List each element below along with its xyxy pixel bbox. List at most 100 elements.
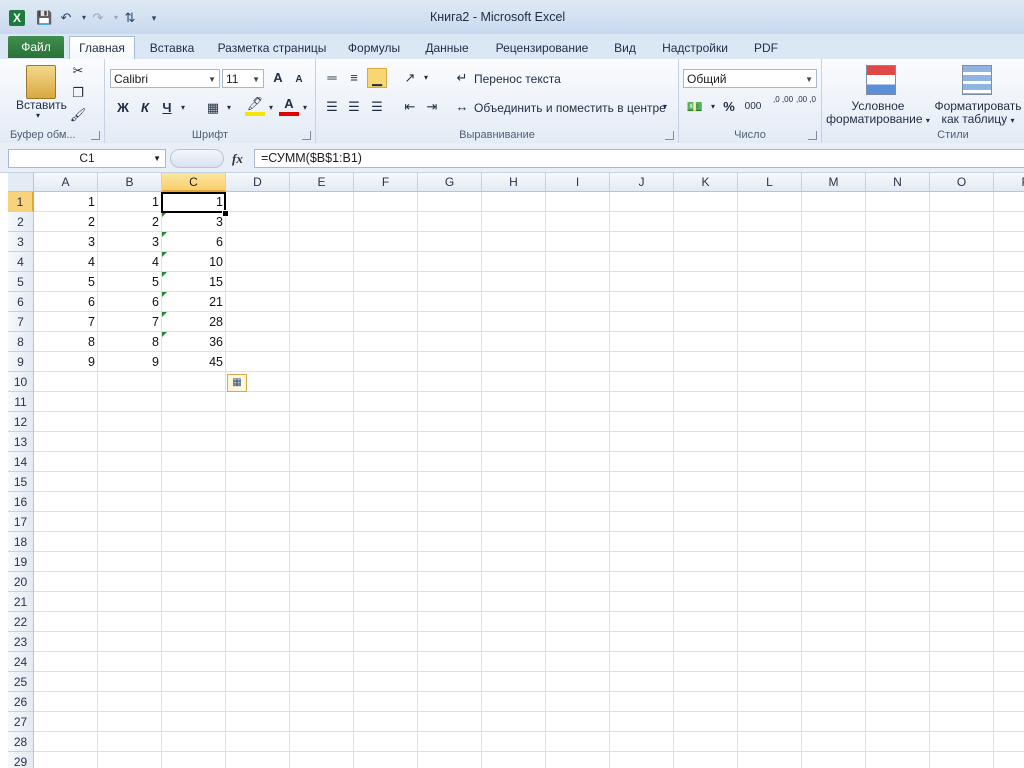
tab-data[interactable]: Данные xyxy=(418,38,476,58)
column-header-b[interactable]: B xyxy=(98,173,162,192)
thousands-button[interactable]: 000 xyxy=(741,97,765,117)
cell-b2[interactable]: 2 xyxy=(98,212,162,232)
format-as-table-line1[interactable]: Форматировать xyxy=(932,99,1024,113)
cell-b8[interactable]: 8 xyxy=(98,332,162,352)
currency-icon[interactable]: 💵 xyxy=(685,97,705,117)
cell-c5[interactable]: 15 xyxy=(162,272,226,292)
row-header-14[interactable]: 14 xyxy=(8,452,34,472)
row-header-3[interactable]: 3 xyxy=(8,232,34,252)
cell-a5[interactable]: 5 xyxy=(34,272,98,292)
row-header-8[interactable]: 8 xyxy=(8,332,34,352)
fill-color-dropdown-icon[interactable]: ▾ xyxy=(261,98,281,118)
align-center-icon[interactable]: ☰ xyxy=(344,97,364,117)
row-header-13[interactable]: 13 xyxy=(8,432,34,452)
cut-icon[interactable]: ✂ xyxy=(68,61,88,81)
alignment-launcher-icon[interactable] xyxy=(665,131,674,140)
tab-file[interactable]: Файл xyxy=(8,36,64,58)
tab-view[interactable]: Вид xyxy=(606,38,644,58)
error-indicator-icon[interactable] xyxy=(162,312,167,317)
cell-a1[interactable]: 1 xyxy=(34,192,98,212)
align-top-icon[interactable]: ═ xyxy=(322,68,342,88)
shrink-font-button[interactable]: A xyxy=(289,70,309,90)
error-indicator-icon[interactable] xyxy=(162,292,167,297)
row-header-29[interactable]: 29 xyxy=(8,752,34,768)
cell-c9[interactable]: 45 xyxy=(162,352,226,372)
cell-a4[interactable]: 4 xyxy=(34,252,98,272)
row-header-18[interactable]: 18 xyxy=(8,532,34,552)
conditional-dropdown-icon[interactable]: ▾ xyxy=(926,116,930,125)
cell-c3[interactable]: 6 xyxy=(162,232,226,252)
cell-a2[interactable]: 2 xyxy=(34,212,98,232)
row-header-28[interactable]: 28 xyxy=(8,732,34,752)
formula-bar-splitter[interactable] xyxy=(170,149,224,168)
cell-b9[interactable]: 9 xyxy=(98,352,162,372)
column-header-f[interactable]: F xyxy=(354,173,418,192)
tab-addins[interactable]: Надстройки xyxy=(654,38,736,58)
increase-decimal-button[interactable]: ,0 ,00 xyxy=(773,95,793,117)
error-indicator-icon[interactable] xyxy=(162,252,167,257)
column-header-a[interactable]: A xyxy=(34,173,98,192)
font-name-select[interactable]: Calibri ▼ xyxy=(110,69,220,88)
cell-b7[interactable]: 7 xyxy=(98,312,162,332)
column-header-o[interactable]: O xyxy=(930,173,994,192)
font-launcher-icon[interactable] xyxy=(302,131,311,140)
cell-c6[interactable]: 21 xyxy=(162,292,226,312)
tab-formulas[interactable]: Формулы xyxy=(342,38,406,58)
select-all-corner[interactable] xyxy=(8,173,34,192)
cell-b3[interactable]: 3 xyxy=(98,232,162,252)
align-middle-icon[interactable]: ≡ xyxy=(344,68,364,88)
merge-dropdown-icon[interactable]: ▾ xyxy=(663,102,667,111)
cell-c4[interactable]: 10 xyxy=(162,252,226,272)
font-size-select[interactable]: 11 ▼ xyxy=(222,69,264,88)
decrease-decimal-button[interactable]: ,00 ,0 xyxy=(795,95,817,117)
align-left-icon[interactable]: ☰ xyxy=(322,97,342,117)
cell-b6[interactable]: 6 xyxy=(98,292,162,312)
column-header-k[interactable]: K xyxy=(674,173,738,192)
align-right-icon[interactable]: ☰ xyxy=(367,97,387,117)
font-color-dropdown-icon[interactable]: ▾ xyxy=(295,98,315,118)
row-header-26[interactable]: 26 xyxy=(8,692,34,712)
row-header-10[interactable]: 10 xyxy=(8,372,34,392)
row-header-23[interactable]: 23 xyxy=(8,632,34,652)
row-header-5[interactable]: 5 xyxy=(8,272,34,292)
cell-a3[interactable]: 3 xyxy=(34,232,98,252)
column-header-p[interactable]: P xyxy=(994,173,1024,192)
row-header-20[interactable]: 20 xyxy=(8,572,34,592)
row-header-9[interactable]: 9 xyxy=(8,352,34,372)
cell-a8[interactable]: 8 xyxy=(34,332,98,352)
formula-input[interactable]: =СУММ($B$1:B1) xyxy=(254,149,1024,168)
cell-a9[interactable]: 9 xyxy=(34,352,98,372)
format-painter-icon[interactable]: 🖌 xyxy=(68,105,88,125)
column-header-g[interactable]: G xyxy=(418,173,482,192)
insert-function-icon[interactable]: fx xyxy=(232,151,243,167)
paste-dropdown-icon[interactable]: ▾ xyxy=(36,111,40,120)
row-header-12[interactable]: 12 xyxy=(8,412,34,432)
copy-icon[interactable]: ❐ xyxy=(68,83,88,103)
number-launcher-icon[interactable] xyxy=(808,131,817,140)
percent-button[interactable]: % xyxy=(719,97,739,117)
orientation-dropdown-icon[interactable]: ▾ xyxy=(416,68,436,88)
row-header-27[interactable]: 27 xyxy=(8,712,34,732)
conditional-formatting-icon[interactable] xyxy=(866,65,896,95)
cell-b1[interactable]: 1 xyxy=(98,192,162,212)
tab-page-layout[interactable]: Разметка страницы xyxy=(212,38,332,58)
merge-center-icon[interactable]: ↔ xyxy=(452,97,472,117)
wrap-text-icon[interactable]: ↵ xyxy=(452,68,472,88)
paste-icon[interactable] xyxy=(26,65,56,99)
row-header-25[interactable]: 25 xyxy=(8,672,34,692)
column-header-m[interactable]: M xyxy=(802,173,866,192)
format-as-table-icon[interactable] xyxy=(962,65,992,95)
align-bottom-icon[interactable]: ▁ xyxy=(367,68,387,88)
underline-dropdown-icon[interactable]: ▾ xyxy=(173,98,193,118)
row-header-21[interactable]: 21 xyxy=(8,592,34,612)
autofill-options-icon[interactable]: ▦ xyxy=(227,374,247,392)
cell-b4[interactable]: 4 xyxy=(98,252,162,272)
error-indicator-icon[interactable] xyxy=(162,232,167,237)
row-header-15[interactable]: 15 xyxy=(8,472,34,492)
worksheet-grid[interactable]: ABCDEFGHIJKLMNOP 12345678910111213141516… xyxy=(0,173,1024,768)
name-box[interactable]: C1 ▼ xyxy=(8,149,166,168)
row-header-7[interactable]: 7 xyxy=(8,312,34,332)
column-header-e[interactable]: E xyxy=(290,173,354,192)
increase-indent-icon[interactable]: ⇥ xyxy=(422,97,442,117)
row-header-2[interactable]: 2 xyxy=(8,212,34,232)
